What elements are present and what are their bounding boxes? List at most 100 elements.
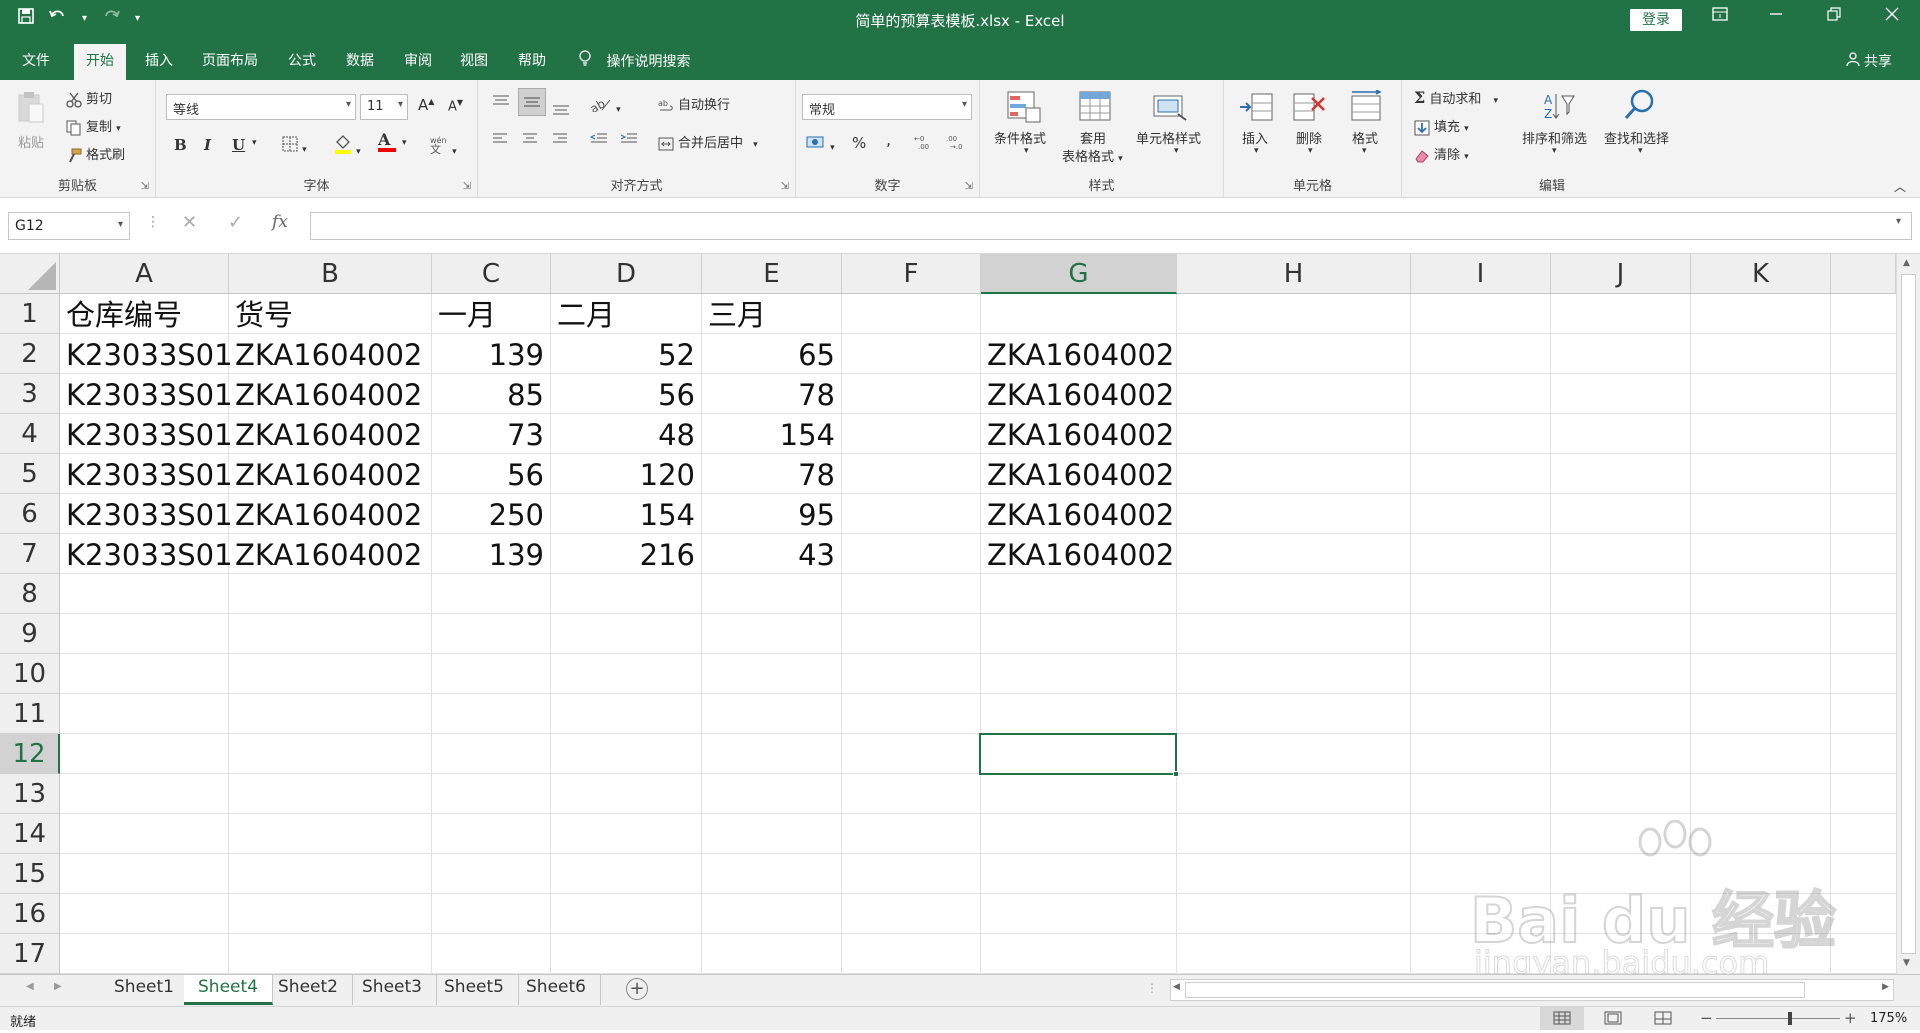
tab-home[interactable]: 开始: [74, 44, 126, 80]
column-header-i[interactable]: I: [1411, 254, 1551, 294]
zoom-slider-thumb[interactable]: [1788, 1012, 1792, 1025]
name-box[interactable]: G12 ▾: [8, 212, 130, 240]
accounting-format-icon[interactable]: ▾: [806, 134, 835, 154]
cell-c3[interactable]: 85: [432, 376, 544, 414]
format-as-table-button[interactable]: 表格格式 ▾: [1062, 146, 1123, 165]
more-options-icon[interactable]: ⋮: [146, 214, 160, 230]
row-header-12[interactable]: 12: [0, 734, 60, 774]
cell-a1[interactable]: 仓库编号: [66, 296, 228, 334]
horizontal-scroll-thumb[interactable]: [1185, 982, 1805, 998]
sort-filter-button[interactable]: 排序和筛选: [1522, 128, 1587, 147]
active-cell-g12[interactable]: [979, 733, 1179, 777]
column-header-b[interactable]: B: [229, 254, 432, 294]
select-all-button[interactable]: [0, 254, 60, 294]
column-header-d[interactable]: D: [551, 254, 702, 294]
cell-d3[interactable]: 56: [551, 376, 695, 414]
tab-help[interactable]: 帮助: [518, 50, 546, 70]
sort-filter-icon[interactable]: AZ: [1540, 90, 1576, 124]
cell-e2[interactable]: 65: [702, 336, 835, 374]
scroll-up-icon[interactable]: ▲: [1903, 258, 1910, 268]
minimize-icon[interactable]: [1756, 6, 1796, 25]
page-layout-view-icon[interactable]: [1604, 1011, 1622, 1029]
cell-a2[interactable]: K23033S01: [66, 336, 233, 374]
delete-cells-button[interactable]: 删除: [1296, 128, 1322, 147]
cancel-entry-icon[interactable]: ✕: [182, 212, 197, 233]
format-cells-button[interactable]: 格式: [1352, 128, 1378, 147]
row-header-5[interactable]: 5: [0, 454, 60, 494]
chevron-down-icon[interactable]: ▾: [1024, 146, 1029, 156]
sheet-tab-sheet1[interactable]: Sheet1: [100, 975, 189, 1005]
tab-view[interactable]: 视图: [460, 50, 488, 70]
align-middle-icon[interactable]: [518, 88, 546, 116]
chevron-down-icon[interactable]: ▾: [1552, 146, 1557, 156]
grow-font-button[interactable]: A▲: [418, 96, 434, 114]
row-header-17[interactable]: 17: [0, 934, 60, 974]
row-header-3[interactable]: 3: [0, 374, 60, 414]
row-header-9[interactable]: 9: [0, 614, 60, 654]
cell-b4[interactable]: ZKA1604002: [235, 416, 431, 454]
percent-button[interactable]: %: [852, 134, 866, 152]
increase-indent-icon[interactable]: [620, 132, 638, 150]
cell-b1[interactable]: 货号: [235, 296, 431, 334]
chevron-down-icon[interactable]: ▾: [1174, 146, 1179, 156]
align-left-icon[interactable]: [492, 132, 508, 150]
share-button[interactable]: 共享: [1845, 51, 1892, 71]
underline-button[interactable]: U: [232, 136, 245, 154]
tab-split-icon[interactable]: ⋮: [1146, 981, 1158, 995]
cell-g2[interactable]: ZKA1604002: [987, 336, 1176, 374]
tab-file[interactable]: 文件: [22, 50, 50, 70]
sheet-tab-sheet4[interactable]: Sheet4: [184, 975, 273, 1005]
autosum-button[interactable]: Σ 自动求和 ▾: [1414, 88, 1498, 107]
cell-g3[interactable]: ZKA1604002: [987, 376, 1176, 414]
chevron-down-icon[interactable]: ▾: [118, 219, 123, 230]
restore-icon[interactable]: [1814, 6, 1854, 25]
column-header-c[interactable]: C: [432, 254, 551, 294]
cell-a3[interactable]: K23033S01: [66, 376, 233, 414]
login-button[interactable]: 登录: [1630, 9, 1682, 31]
dialog-launcher-icon[interactable]: ⇲: [141, 181, 149, 192]
vertical-scroll-thumb[interactable]: [1901, 274, 1916, 954]
clear-button[interactable]: 清除 ▾: [1414, 144, 1469, 164]
font-color-dropdown-icon[interactable]: ▾: [402, 138, 407, 148]
paste-label[interactable]: 粘贴: [18, 132, 44, 151]
row-header-14[interactable]: 14: [0, 814, 60, 854]
paste-icon[interactable]: [16, 90, 52, 124]
sheet-tab-sheet5[interactable]: Sheet5: [430, 975, 519, 1005]
cell-d7[interactable]: 216: [551, 536, 695, 574]
fill-button[interactable]: 填充 ▾: [1414, 116, 1469, 136]
format-cells-icon[interactable]: [1348, 89, 1384, 124]
chevron-down-icon[interactable]: ▾: [1638, 146, 1643, 156]
fill-color-button[interactable]: ▾: [334, 134, 361, 158]
cell-d5[interactable]: 120: [551, 456, 695, 494]
scroll-down-icon[interactable]: ▼: [1903, 958, 1910, 968]
phonetic-button[interactable]: wén 文 ▾: [428, 134, 457, 158]
increase-decimal-icon[interactable]: ←0.00: [914, 134, 936, 154]
column-header-partial[interactable]: [1831, 254, 1896, 294]
font-name-select[interactable]: 等线 ▾: [166, 94, 356, 120]
dialog-launcher-icon[interactable]: ⇲: [965, 181, 973, 192]
vertical-scrollbar[interactable]: ▲ ▼: [1896, 254, 1920, 976]
format-as-table-label-1[interactable]: 套用: [1080, 128, 1106, 147]
sheet-tab-sheet2[interactable]: Sheet2: [264, 975, 353, 1005]
cell-b3[interactable]: ZKA1604002: [235, 376, 431, 414]
align-top-icon[interactable]: [492, 94, 510, 112]
cell-b5[interactable]: ZKA1604002: [235, 456, 431, 494]
underline-dropdown-icon[interactable]: ▾: [252, 138, 257, 148]
column-header-h[interactable]: H: [1177, 254, 1411, 294]
cell-b6[interactable]: ZKA1604002: [235, 496, 431, 534]
cell-c5[interactable]: 56: [432, 456, 544, 494]
row-header-13[interactable]: 13: [0, 774, 60, 814]
font-size-select[interactable]: 11 ▾: [360, 94, 408, 120]
cell-e7[interactable]: 43: [702, 536, 835, 574]
cell-d1[interactable]: 二月: [557, 296, 701, 334]
find-select-button[interactable]: 查找和选择: [1604, 128, 1669, 147]
align-center-icon[interactable]: [522, 132, 538, 150]
cell-e6[interactable]: 95: [702, 496, 835, 534]
row-header-7[interactable]: 7: [0, 534, 60, 574]
italic-button[interactable]: I: [204, 136, 211, 154]
merge-center-button[interactable]: 合并后居中 ▾: [658, 132, 758, 152]
cell-a4[interactable]: K23033S01: [66, 416, 233, 454]
cell-g4[interactable]: ZKA1604002: [987, 416, 1176, 454]
cell-styles-icon[interactable]: [1152, 90, 1188, 124]
scroll-left-icon[interactable]: ◀: [1173, 982, 1180, 992]
